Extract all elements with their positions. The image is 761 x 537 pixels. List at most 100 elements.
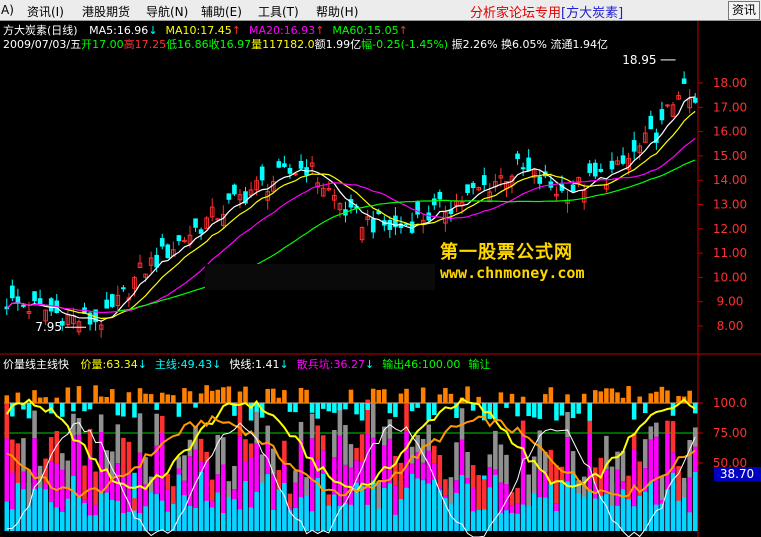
indicator-bar-cyan bbox=[187, 505, 193, 531]
indicator-bar-cyan bbox=[176, 474, 182, 531]
indicator-bar-signal bbox=[570, 403, 576, 419]
indicator-bar-signal bbox=[687, 390, 692, 403]
kline-chart[interactable]: 18.00 17.00 16.00 15.00 14.00 13.00 12.00 11.00… bbox=[0, 21, 761, 537]
indicator-bar-top bbox=[476, 475, 481, 511]
indicator-bar-cyan bbox=[221, 513, 226, 531]
quote-line: 2009/07/03/五开17.00高17.25低16.86收16.97量117… bbox=[3, 38, 608, 51]
indicator-bar-cyan bbox=[182, 495, 187, 531]
candle-body bbox=[592, 162, 598, 177]
quote-amount: 额1.99亿 bbox=[314, 38, 362, 51]
indicator-bar-signal bbox=[32, 390, 37, 403]
indicator-bar-top bbox=[337, 407, 343, 436]
menu-item-help[interactable]: 帮助(H) bbox=[316, 3, 358, 20]
forum-brand: 分析家论坛专用[方大炭素] bbox=[470, 6, 624, 21]
indicator-bar-signal bbox=[132, 403, 137, 418]
indicator-bar-top bbox=[243, 439, 248, 462]
indicator-bar-cyan bbox=[265, 474, 270, 531]
indicator-bar-top bbox=[309, 413, 315, 439]
indicator-bar-signal bbox=[143, 393, 148, 403]
indicator-bar-cyan bbox=[193, 507, 198, 531]
price-tick-label: 9.00 bbox=[717, 295, 744, 309]
indicator-bar-signal bbox=[37, 397, 43, 403]
indicator-bar-cyan bbox=[520, 504, 526, 531]
indicator-bar-cyan bbox=[604, 494, 609, 531]
candle-body bbox=[176, 235, 182, 242]
indicator-bar-top bbox=[526, 474, 531, 506]
quote-change: 幅-0.25(-1.45%) bbox=[361, 38, 449, 51]
candle-body bbox=[159, 238, 165, 247]
indicator-bar-top bbox=[4, 403, 10, 439]
indicator-bar-signal bbox=[537, 403, 543, 419]
indicator-label-arrow-3: ↓ bbox=[364, 358, 375, 371]
candle-body bbox=[109, 294, 115, 307]
price-tick-label: 16.00 bbox=[713, 125, 747, 139]
indicator-bar-signal bbox=[43, 397, 48, 403]
indicator-bar-signal bbox=[165, 394, 171, 403]
menu-item-tools[interactable]: 工具(T) bbox=[258, 3, 299, 20]
menu-item-hk-futures[interactable]: 港股期货 bbox=[82, 3, 130, 20]
indicator-bar-signal bbox=[270, 388, 276, 403]
indicator-bar-cyan bbox=[587, 489, 593, 531]
indicator-bar-top bbox=[248, 443, 254, 458]
indicator-bar-top bbox=[76, 418, 82, 435]
indicator-bar-cyan bbox=[154, 494, 159, 531]
menu-item-news[interactable]: 资讯(I) bbox=[27, 3, 64, 20]
indicator-bar-signal bbox=[320, 403, 326, 409]
candle-body bbox=[681, 78, 687, 84]
candle-body bbox=[570, 184, 576, 192]
indicator-bar-top bbox=[143, 457, 148, 485]
menu-item-navigate[interactable]: 导航(N) bbox=[146, 3, 188, 20]
candle-body bbox=[10, 285, 15, 299]
indicator-bar-signal bbox=[115, 403, 121, 416]
indicator-bar-signal bbox=[387, 403, 393, 414]
indicator-bar-top bbox=[298, 421, 304, 441]
indicator-bar-signal bbox=[598, 391, 604, 403]
candle-body bbox=[437, 191, 443, 200]
indicator-header: 价量线主线快 价量:63.34↓ 主线:49.43↓ 快线:1.41↓ 散兵坑:36.… bbox=[3, 358, 490, 371]
indicator-bar-signal bbox=[420, 387, 426, 403]
indicator-bar-top bbox=[343, 425, 348, 465]
candle-body bbox=[282, 163, 287, 167]
indicator-bar-signal bbox=[476, 396, 481, 403]
indicator-bar-top bbox=[237, 405, 243, 437]
quote-volume: 量117182.0 bbox=[251, 38, 315, 51]
indicator-bar-signal bbox=[332, 403, 337, 413]
ma-label-0: MA5:16.96 bbox=[89, 24, 149, 37]
candle-body bbox=[526, 157, 531, 172]
indicator-bar-signal bbox=[648, 393, 654, 403]
candle-body bbox=[659, 109, 665, 121]
indicator-bar-top bbox=[320, 435, 326, 451]
indicator-bar-signal bbox=[670, 403, 676, 416]
menu-item-assist[interactable]: 辅助(E) bbox=[201, 3, 242, 20]
indicator-bar-cyan bbox=[243, 481, 248, 531]
indicator-bar-signal bbox=[576, 403, 581, 414]
menu-item-a[interactable]: A) bbox=[1, 3, 14, 17]
indicator-name: 价量线主线快 bbox=[3, 358, 69, 371]
indicator-bar-signal bbox=[104, 396, 109, 403]
indicator-bar-signal bbox=[437, 394, 443, 403]
indicator-bar-cyan bbox=[198, 472, 204, 531]
indicator-bar-signal bbox=[121, 403, 126, 417]
indicator-bar-signal bbox=[359, 403, 365, 421]
indicator-bar-top bbox=[315, 425, 320, 460]
indicator-bar-signal bbox=[526, 403, 531, 417]
indicator-bar-top bbox=[182, 455, 187, 481]
indicator-bar-cyan bbox=[498, 512, 504, 531]
indicator-bar-signal bbox=[60, 403, 65, 417]
candle-body bbox=[121, 287, 126, 290]
indicator-bar-signal bbox=[87, 403, 93, 410]
indicator-bar-top bbox=[481, 479, 487, 510]
candle-body bbox=[598, 168, 604, 172]
candle-body bbox=[193, 218, 198, 228]
indicator-bar-cyan bbox=[454, 493, 459, 531]
redacted-band bbox=[205, 264, 435, 290]
indicator-bar-top bbox=[448, 477, 454, 504]
indicator-bar-top bbox=[348, 444, 354, 468]
news-button[interactable]: 资讯 bbox=[727, 1, 760, 20]
indicator-bar-signal bbox=[148, 394, 154, 403]
candle-body bbox=[620, 155, 626, 164]
indicator-bar-top bbox=[232, 465, 237, 490]
indicator-label-2: 快线:1.41 bbox=[229, 358, 280, 371]
indicator-bar-signal bbox=[637, 396, 642, 403]
indicator-bar-top bbox=[387, 419, 393, 439]
